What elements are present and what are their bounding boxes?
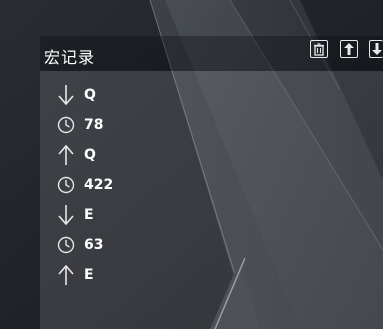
macro-event-text: E bbox=[84, 267, 94, 283]
move-up-button[interactable] bbox=[340, 40, 358, 58]
macro-event-row[interactable]: Q bbox=[56, 144, 96, 166]
arrow-up-icon bbox=[56, 144, 76, 166]
macro-event-text: E bbox=[84, 207, 94, 223]
clock-icon bbox=[56, 114, 76, 136]
macro-event-row[interactable]: 63 bbox=[56, 234, 103, 256]
arrow-down-icon bbox=[56, 204, 76, 226]
macro-event-row[interactable]: E bbox=[56, 264, 94, 286]
macro-event-text: 63 bbox=[84, 237, 104, 253]
delete-button[interactable] bbox=[310, 40, 328, 58]
arrow-down-icon bbox=[56, 84, 76, 106]
macro-event-list bbox=[40, 71, 383, 329]
macro-event-text: 78 bbox=[84, 117, 104, 133]
macro-event-row[interactable]: E bbox=[56, 204, 94, 226]
trash-icon bbox=[314, 42, 324, 56]
macro-event-row[interactable]: 78 bbox=[56, 114, 103, 136]
arrow-down-icon bbox=[371, 43, 382, 55]
panel-title: 宏记录 bbox=[44, 48, 96, 67]
macro-event-row[interactable]: Q bbox=[56, 84, 96, 106]
panel-header: 宏记录 bbox=[40, 36, 383, 71]
macro-event-text: Q bbox=[84, 87, 96, 103]
arrow-up-icon bbox=[344, 43, 354, 55]
macro-event-text: Q bbox=[84, 147, 96, 163]
clock-icon bbox=[56, 234, 76, 256]
arrow-up-icon bbox=[56, 264, 76, 286]
move-down-button[interactable] bbox=[369, 40, 383, 58]
clock-icon bbox=[56, 174, 76, 196]
macro-event-text: 422 bbox=[84, 177, 114, 193]
macro-event-row[interactable]: 422 bbox=[56, 174, 113, 196]
